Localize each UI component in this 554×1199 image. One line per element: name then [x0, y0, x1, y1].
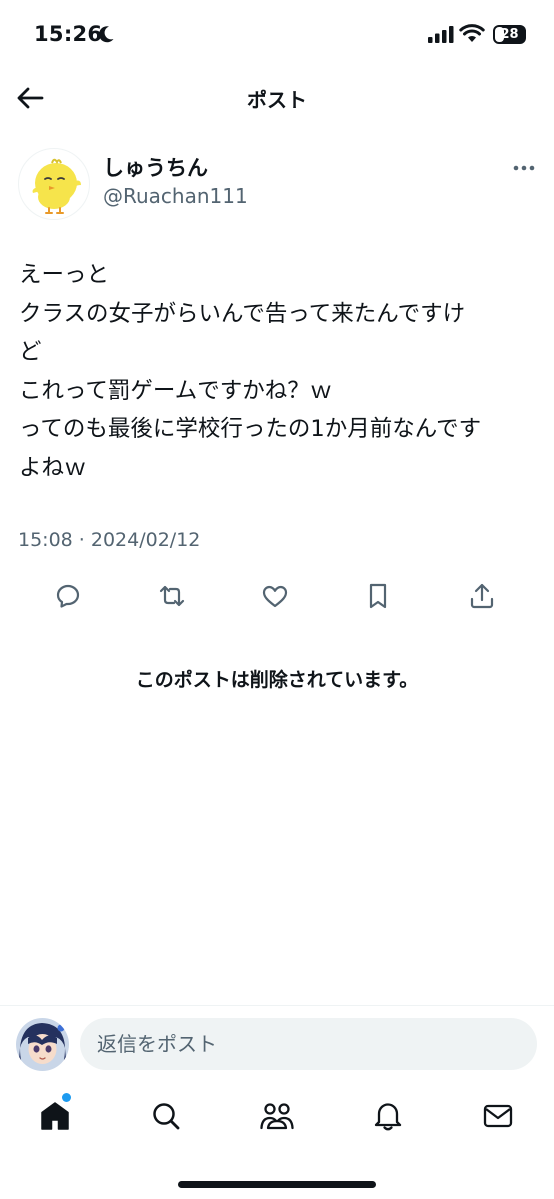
home-notification-dot [62, 1093, 71, 1102]
status-time: 15:26 [34, 22, 103, 46]
tab-notifications[interactable] [364, 1090, 412, 1142]
page-title: ポスト [247, 88, 307, 112]
post-line: これって罰ゲームですかね？ｗ [19, 377, 333, 404]
battery-level: 28 [500, 27, 519, 42]
communities-icon [260, 1103, 294, 1130]
post-line: ってのも最後に学校行ったの1か月前なんです [19, 416, 482, 442]
search-icon [153, 1103, 180, 1130]
post-timestamp[interactable]: 15:08 · 2024/02/12 [18, 529, 200, 551]
tab-communities[interactable] [253, 1090, 301, 1142]
display-name[interactable]: しゅうちん [103, 152, 208, 182]
moon-icon [99, 26, 114, 43]
post-text: えーっと クラスの女子がらいんで告って来たんですけ ど これって罰ゲームですかね… [19, 256, 543, 487]
deleted-post-notice: このポストは削除されています。 [135, 669, 419, 691]
repost-button[interactable] [152, 576, 192, 616]
messages-icon [483, 1104, 513, 1128]
post-line: よねｗ [19, 454, 87, 481]
tab-bar [0, 1090, 554, 1142]
home-icon [41, 1102, 69, 1130]
notifications-icon [374, 1103, 402, 1131]
repost-icon [159, 585, 185, 607]
divider [0, 1005, 554, 1006]
post-line: ど [19, 339, 42, 365]
status-bar: 15:26 28 [0, 0, 554, 70]
battery-icon: 28 [493, 25, 526, 44]
tab-search[interactable] [142, 1090, 190, 1142]
reply-input[interactable] [80, 1018, 537, 1070]
post-line: クラスの女子がらいんで告って来たんですけ [19, 300, 466, 327]
reply-button[interactable] [48, 576, 88, 616]
bookmark-button[interactable] [358, 576, 398, 616]
my-avatar[interactable] [16, 1018, 69, 1071]
tab-home[interactable] [31, 1090, 79, 1142]
share-icon [470, 583, 494, 609]
wifi-icon [459, 24, 485, 42]
share-button[interactable] [462, 576, 502, 616]
like-icon [262, 585, 288, 608]
post-actions [0, 576, 554, 616]
tab-messages[interactable] [474, 1090, 522, 1142]
more-dots-icon [513, 165, 535, 171]
signal-icon [428, 26, 454, 43]
post-line: えーっと [19, 262, 110, 288]
header: ポスト [0, 70, 554, 130]
anime-avatar-icon [16, 1018, 69, 1071]
bookmark-icon [369, 583, 387, 609]
like-button[interactable] [255, 576, 295, 616]
author-avatar[interactable] [18, 148, 90, 220]
chick-icon [32, 158, 81, 214]
reply-icon [56, 584, 80, 608]
user-handle[interactable]: @Ruachan111 [103, 184, 248, 208]
more-options-button[interactable] [508, 152, 540, 184]
home-indicator[interactable] [178, 1181, 376, 1188]
